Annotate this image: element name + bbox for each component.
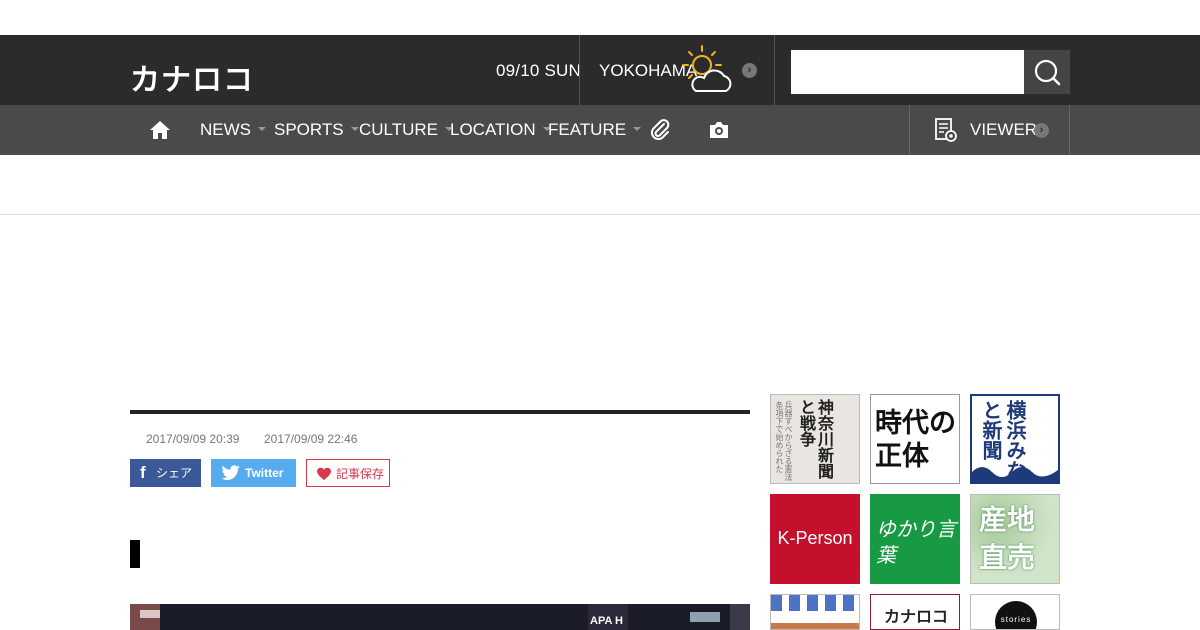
search-icon — [1034, 59, 1061, 86]
heart-icon — [317, 467, 331, 481]
twitter-share-button[interactable]: Twitter — [211, 459, 296, 487]
chevron-down-icon — [633, 126, 642, 131]
main-nav: NEWS SPORTS CULTURE LOCATION FEATURE VIE… — [0, 105, 1200, 155]
nav-item-sports[interactable]: SPORTS — [274, 105, 359, 155]
nav-item-feature[interactable]: FEATURE — [548, 105, 642, 155]
banner-jidai-no-shotai[interactable]: 時代の正体 — [870, 394, 960, 484]
article-title-marker — [130, 540, 140, 568]
banner-awning[interactable] — [770, 594, 860, 630]
paperclip-icon[interactable] — [648, 118, 672, 142]
updated-date: 2017/09/09 22:46 — [264, 432, 358, 446]
viewer-label: VIEWER — [970, 120, 1038, 139]
chevron-down-icon — [350, 126, 359, 131]
wave-icon — [972, 467, 1058, 482]
header-divider — [774, 35, 775, 105]
facebook-share-button[interactable]: f シェア — [130, 459, 201, 487]
banner-kanaloco[interactable]: カナロコ — [870, 594, 960, 630]
banner-stories[interactable]: stories — [970, 594, 1060, 630]
header-separator — [0, 214, 1200, 215]
twitter-bird-icon — [221, 465, 240, 480]
newspaper-viewer-icon — [935, 118, 957, 142]
home-icon[interactable] — [148, 118, 172, 142]
site-header: カナロコ 09/10 SUN YOKOHAMA › — [0, 35, 1200, 105]
article-photo[interactable]: APA H — [130, 604, 750, 630]
viewer-link[interactable]: VIEWER › — [909, 105, 1070, 155]
search-input[interactable] — [791, 50, 1024, 94]
viewer-chevron-icon: › — [1034, 123, 1049, 138]
nav-item-news[interactable]: NEWS — [200, 105, 266, 155]
save-article-button[interactable]: 記事保存 — [306, 459, 390, 487]
sun-cloud-icon[interactable] — [678, 43, 734, 95]
search-button[interactable] — [1024, 50, 1070, 94]
banner-kanagawa-war[interactable]: 兵器すべからざる憲法条項下で始められた 神奈川新聞と戦争 — [770, 394, 860, 484]
nav-item-culture[interactable]: CULTURE — [359, 105, 454, 155]
current-date: 09/10 SUN — [496, 61, 581, 80]
weather-more-icon[interactable]: › — [742, 63, 757, 78]
photo-sign-text: APA H — [590, 615, 623, 627]
facebook-icon: f — [140, 463, 146, 482]
banner-sanchi-chokubai[interactable]: 産地直売 — [970, 494, 1060, 584]
chevron-down-icon — [258, 126, 266, 131]
banner-k-person[interactable]: K-Person — [770, 494, 860, 584]
site-logo[interactable]: カナロコ — [130, 55, 254, 99]
published-date: 2017/09/09 20:39 — [146, 432, 240, 446]
nav-item-location[interactable]: LOCATION — [450, 105, 551, 155]
header-divider — [579, 35, 580, 105]
banner-yukari-kotoba[interactable]: ゆかり言葉 — [870, 494, 960, 584]
article-top-rule — [130, 410, 750, 414]
camera-icon[interactable] — [707, 118, 731, 142]
banner-yokohama-minato[interactable]: 横浜みなと新聞 — [970, 394, 1060, 484]
